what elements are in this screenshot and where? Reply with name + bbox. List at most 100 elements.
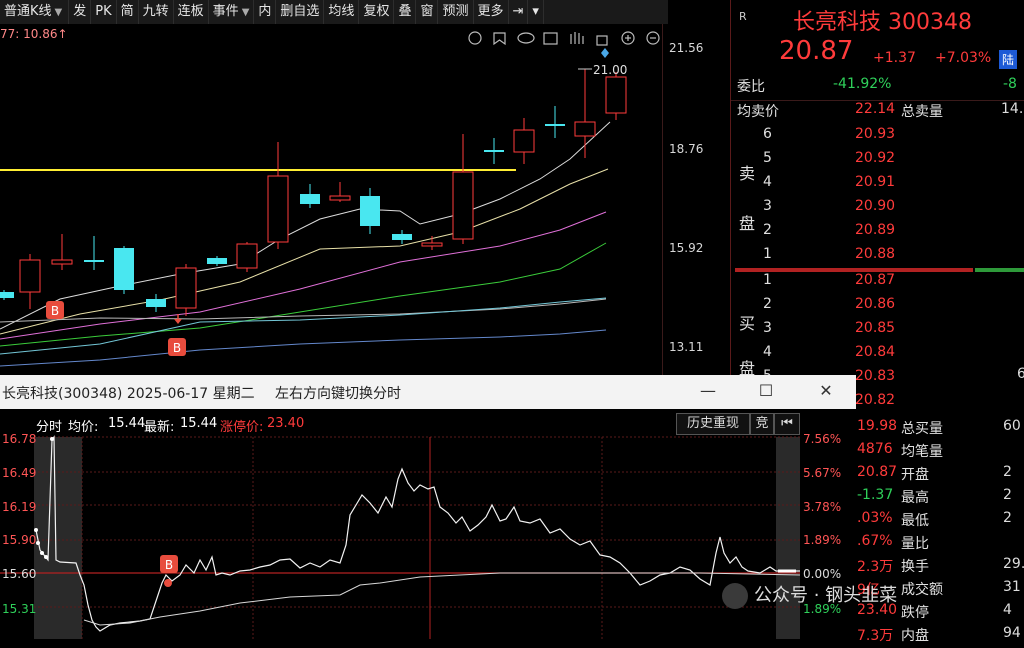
toolbar-events[interactable]: 事件 ▼: [209, 0, 255, 24]
svg-text:B: B: [173, 341, 181, 355]
expand-right-icon[interactable]: ⇥: [509, 0, 529, 24]
candle-body[interactable]: [300, 194, 320, 204]
candle-body[interactable]: [236, 243, 258, 269]
candle-body[interactable]: [574, 121, 596, 137]
toolbar-adjust[interactable]: 复权: [359, 0, 395, 24]
order-book-row[interactable]: 6 20.93: [731, 126, 1024, 149]
order-book-row[interactable]: 4 20.84: [731, 344, 1024, 367]
bookmark-icon[interactable]: [493, 32, 506, 46]
order-price: 20.93: [855, 126, 896, 142]
stat-value: .03%: [857, 510, 893, 526]
history-replay-button[interactable]: 历史重现: [676, 413, 750, 435]
toolbar-window[interactable]: 窗: [416, 0, 439, 24]
kline-chart[interactable]: 21.00 B B: [0, 24, 668, 376]
stat-label: 总买量: [901, 421, 943, 437]
svg-text:B: B: [165, 558, 173, 572]
auction-button[interactable]: 竞: [750, 413, 774, 435]
lock-icon[interactable]: [596, 35, 608, 46]
chevron-down-icon: ▼: [241, 7, 250, 18]
stat-label: 均笔量: [901, 444, 943, 460]
toolbar-fa[interactable]: 发: [69, 0, 92, 24]
toolbar-jian[interactable]: 简: [117, 0, 139, 24]
order-book-row[interactable]: 1 20.88: [731, 246, 1024, 269]
stat-extra: 29.: [1003, 556, 1024, 572]
order-book-row[interactable]: 2 20.89: [731, 222, 1024, 245]
candle-body[interactable]: [146, 299, 166, 307]
buy-signal-marker[interactable]: B: [46, 301, 64, 319]
price-change-pct: +7.03%: [935, 50, 992, 66]
candle-body[interactable]: [207, 258, 227, 264]
ma-line-gray: [0, 298, 607, 323]
stock-name: 长亮科技 300348: [793, 10, 972, 35]
buy-signal-marker[interactable]: B: [160, 555, 178, 573]
skip-back-icon[interactable]: ⏮: [774, 413, 800, 435]
stat-value: .67%: [857, 533, 893, 549]
chart-toolbar: 普通K线 ▼ 发 PK 简 九转 连板 事件 ▼ 内 删自选 均线 复权 叠 窗 预…: [0, 0, 668, 24]
order-level: 1: [763, 246, 772, 262]
candle-body[interactable]: [175, 267, 197, 309]
order-book-row[interactable]: 5 20.92: [731, 150, 1024, 173]
toolbar-jiuzhuan[interactable]: 九转: [139, 0, 174, 24]
settings-icon[interactable]: [468, 31, 482, 45]
chevron-down-icon[interactable]: ▾: [528, 0, 544, 24]
candle-body[interactable]: [360, 196, 380, 226]
order-book-row[interactable]: 3 20.90: [731, 198, 1024, 221]
order-book-row[interactable]: 3 20.85: [731, 320, 1024, 343]
ma-line-yellow: [0, 168, 609, 335]
ma-indicator-text: 77: 10.86↑: [0, 27, 68, 41]
stat-label: 最高: [901, 490, 929, 506]
candlesticks[interactable]: [0, 69, 627, 316]
toolbar-more[interactable]: 更多: [474, 0, 509, 24]
maximize-button[interactable]: ☐: [752, 379, 780, 403]
price-axis-label: 21.56: [669, 41, 704, 55]
order-price: 20.87: [855, 272, 896, 288]
order-book-row[interactable]: 1 20.87: [731, 272, 1024, 295]
candle-body[interactable]: [51, 259, 73, 265]
candle-body[interactable]: [392, 234, 412, 240]
lock-box-icon[interactable]: [543, 32, 558, 45]
order-level: 2: [763, 222, 772, 238]
toolbar-lianban[interactable]: 连板: [174, 0, 209, 24]
buy-signal-marker[interactable]: B: [168, 314, 186, 356]
toolbar-ma[interactable]: 均线: [324, 0, 360, 24]
candle-body[interactable]: [84, 260, 104, 262]
avg-sell-row: 均卖价 22.14 总卖量 14.: [731, 100, 1024, 124]
toolbar-nei[interactable]: 内: [254, 0, 277, 24]
close-button[interactable]: ✕: [812, 379, 840, 403]
toolbar-forecast[interactable]: 预测: [438, 0, 474, 24]
candle-body[interactable]: [545, 124, 565, 126]
stat-label: 开盘: [901, 467, 929, 483]
toolbar-delete-watchlist[interactable]: 删自选: [276, 0, 325, 24]
premarket-shade: [34, 437, 82, 639]
toolbar-overlay[interactable]: 叠: [394, 0, 417, 24]
order-book-row[interactable]: 4 20.91: [731, 174, 1024, 197]
candle-body[interactable]: [605, 76, 627, 114]
order-level: 2: [763, 296, 772, 312]
order-book-row[interactable]: 2 20.86: [731, 296, 1024, 319]
candle-body[interactable]: [484, 150, 504, 152]
wechat-icon: [722, 583, 748, 609]
candle-body[interactable]: [421, 242, 443, 247]
eye-icon[interactable]: [517, 32, 535, 44]
candle-body[interactable]: [19, 259, 41, 293]
order-price: 20.89: [855, 222, 896, 238]
candle-body[interactable]: [329, 195, 351, 201]
popup-title: 长亮科技(300348) 2025-06-17 星期二: [2, 386, 255, 402]
diamond-icon: [601, 48, 609, 58]
hand-icon[interactable]: [570, 32, 584, 44]
ma-line-cyan: [0, 297, 607, 355]
candle-body[interactable]: [114, 248, 134, 290]
popup-hint: 左右方向键切换分时: [275, 386, 401, 402]
candle-body[interactable]: [452, 171, 474, 240]
candle-body[interactable]: [0, 292, 14, 298]
candle-body[interactable]: [513, 129, 535, 153]
candle-body[interactable]: [267, 175, 289, 243]
order-price: 20.91: [855, 174, 896, 190]
tab-intraday[interactable]: 分时: [36, 416, 62, 435]
stat-label: 最低: [901, 513, 929, 529]
watermark: 公众号 · 钢头韭菜: [722, 581, 1012, 615]
minimize-button[interactable]: —: [694, 379, 722, 403]
kline-type-dropdown[interactable]: 普通K线 ▼: [0, 0, 70, 24]
order-price: 20.92: [855, 150, 896, 166]
toolbar-pk[interactable]: PK: [91, 0, 117, 24]
